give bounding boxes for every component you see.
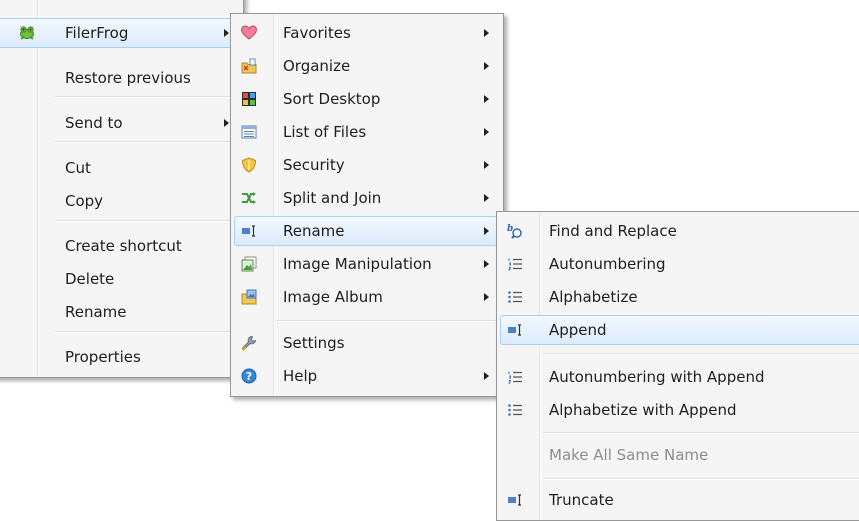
submenu-arrow-icon: [484, 128, 489, 136]
frog-icon: [20, 26, 34, 40]
menu-item-label: Autonumbering with Append: [549, 368, 765, 386]
menu-separator: [543, 478, 859, 480]
filerfrog-submenu: Favorites Organize Sort Desktop List of …: [230, 13, 504, 397]
menu-item-label: Restore previous: [65, 69, 191, 87]
menu-item-restore-previous[interactable]: Restore previous: [0, 63, 240, 93]
menu-item-label: Create shortcut: [65, 237, 182, 255]
menu-separator: [55, 331, 240, 333]
text-cursor-icon: [508, 494, 521, 506]
rename-icon: [242, 225, 255, 237]
heart-icon: [241, 25, 257, 40]
menu-item-label: Cut: [65, 159, 91, 177]
menu-item-copy[interactable]: Copy: [0, 186, 240, 216]
menu-item-label: Delete: [65, 270, 115, 288]
numbered-list-icon: [508, 371, 522, 384]
menu-item-autonumbering[interactable]: Autonumbering: [500, 249, 859, 279]
menu-item-label: Properties: [65, 348, 141, 366]
menu-item-label: Make All Same Name: [549, 446, 709, 464]
menu-item-split-and-join[interactable]: Split and Join: [234, 183, 500, 213]
menu-item-make-all-same-name: Make All Same Name: [500, 440, 859, 470]
menu-item-image-manipulation[interactable]: Image Manipulation: [234, 249, 500, 279]
menu-item-label: Send to: [65, 114, 123, 132]
split-join-icon: [242, 192, 256, 204]
menu-item-security[interactable]: Security: [234, 150, 500, 180]
wrench-icon: [241, 335, 257, 351]
menu-item-label: Help: [283, 367, 318, 385]
context-menu: FilerFrog Restore previous Send to Cut C…: [0, 0, 244, 378]
menu-separator: [55, 220, 240, 222]
menu-item-rename-tools[interactable]: Rename: [234, 216, 500, 246]
submenu-arrow-icon: [484, 95, 489, 103]
menu-item-list-of-files[interactable]: List of Files: [234, 117, 500, 147]
submenu-arrow-icon: [484, 260, 489, 268]
menu-item-label: Find and Replace: [549, 222, 677, 240]
find-replace-icon: b: [507, 224, 522, 239]
menu-separator: [55, 96, 240, 98]
menu-item-sort-desktop[interactable]: Sort Desktop: [234, 84, 500, 114]
menu-item-label: Autonumbering: [549, 255, 666, 273]
menu-item-label: FilerFrog: [65, 24, 129, 42]
svg-text:?: ?: [246, 370, 252, 383]
menu-item-label: List of Files: [283, 123, 367, 141]
menu-item-alphabetize[interactable]: Alphabetize: [500, 282, 859, 312]
menu-item-label: Append: [549, 321, 607, 339]
menu-separator: [277, 320, 500, 322]
menu-item-truncate[interactable]: Truncate: [500, 485, 859, 515]
menu-item-send-to[interactable]: Send to: [0, 108, 240, 138]
menu-item-rename[interactable]: Rename: [0, 297, 240, 327]
menu-item-create-shortcut[interactable]: Create shortcut: [0, 231, 240, 261]
submenu-arrow-icon: [484, 227, 489, 235]
menu-item-autonumbering-with-append[interactable]: Autonumbering with Append: [500, 362, 859, 392]
numbered-list-icon: [508, 258, 522, 271]
menu-item-help[interactable]: ? Help: [234, 361, 500, 391]
menu-item-alphabetize-with-append[interactable]: Alphabetize with Append: [500, 395, 859, 425]
menu-item-label: Organize: [283, 57, 351, 75]
menu-item-label: Image Manipulation: [283, 255, 432, 273]
menu-item-label: Alphabetize with Append: [549, 401, 737, 419]
menu-item-label: Alphabetize: [549, 288, 638, 306]
shield-icon: [241, 157, 257, 173]
text-cursor-icon: [508, 324, 521, 336]
menu-item-label: Truncate: [549, 491, 614, 509]
submenu-arrow-icon: [484, 161, 489, 169]
menu-item-label: Sort Desktop: [283, 90, 381, 108]
menu-item-cut[interactable]: Cut: [0, 153, 240, 183]
submenu-arrow-icon: [484, 372, 489, 380]
menu-item-delete[interactable]: Delete: [0, 264, 240, 294]
submenu-arrow-icon: [484, 194, 489, 202]
submenu-arrow-icon: [224, 29, 229, 37]
bulleted-list-icon: [508, 404, 522, 416]
submenu-arrow-icon: [224, 119, 229, 127]
menu-item-find-and-replace[interactable]: b Find and Replace: [500, 216, 859, 246]
menu-item-favorites[interactable]: Favorites: [234, 18, 500, 48]
menu-separator: [543, 432, 859, 434]
menu-item-label: Split and Join: [283, 189, 382, 207]
help-icon: ?: [241, 368, 257, 384]
album-icon: [241, 289, 257, 305]
bulleted-list-icon: [508, 291, 522, 303]
menu-item-image-album[interactable]: Image Album: [234, 282, 500, 312]
menu-item-organize[interactable]: Organize: [234, 51, 500, 81]
menu-item-label: Settings: [283, 334, 345, 352]
menu-item-append[interactable]: Append: [500, 315, 859, 345]
menu-item-label: Rename: [65, 303, 127, 321]
menu-item-settings[interactable]: Settings: [234, 328, 500, 358]
organize-icon: [241, 58, 257, 74]
menu-separator: [55, 141, 240, 143]
menu-item-filerfrog[interactable]: FilerFrog: [0, 18, 240, 48]
submenu-arrow-icon: [484, 293, 489, 301]
menu-item-label: Image Album: [283, 288, 383, 306]
image-icon: [241, 256, 257, 272]
menu-separator: [543, 353, 859, 355]
menu-item-label: Copy: [65, 192, 104, 210]
menu-item-label: Favorites: [283, 24, 351, 42]
rename-submenu: b Find and Replace Autonumbering Alphabe…: [496, 211, 859, 521]
menu-item-properties[interactable]: Properties: [0, 342, 240, 372]
submenu-arrow-icon: [484, 62, 489, 70]
menu-item-label: Security: [283, 156, 345, 174]
sort-desktop-icon: [242, 92, 256, 106]
list-icon: [241, 125, 257, 139]
submenu-arrow-icon: [484, 29, 489, 37]
menu-item-label: Rename: [283, 222, 345, 240]
